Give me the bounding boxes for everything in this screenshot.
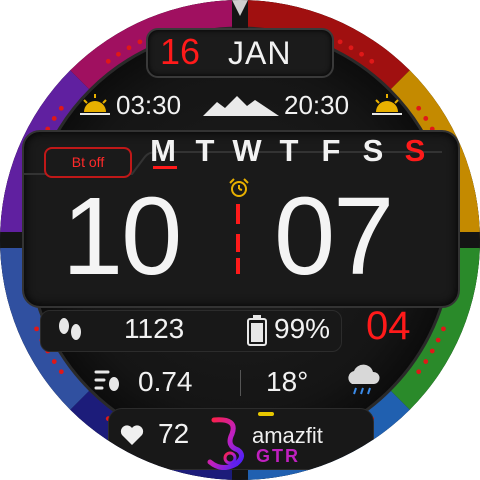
weekday-7: S	[404, 133, 426, 168]
steps-value: 1123	[124, 313, 185, 344]
weekday-active-underline	[153, 166, 177, 169]
ring-dot	[416, 369, 422, 375]
ring-dot	[105, 58, 111, 64]
alarm-icon	[229, 178, 249, 197]
ring-dot	[369, 58, 375, 64]
ring-dot	[348, 45, 354, 51]
weekday-3: W	[232, 133, 262, 168]
bluetooth-status-button[interactable]: Bt off	[44, 147, 132, 178]
sunrise-time: 03:30	[116, 90, 182, 120]
time-hours: 10	[62, 175, 182, 298]
sunset-time: 20:30	[284, 90, 350, 120]
ring-dot	[337, 39, 343, 45]
ring-dot	[34, 326, 39, 332]
time-separator-top	[236, 204, 240, 224]
ring-dot	[416, 105, 422, 111]
cloud-rain-icon	[348, 364, 380, 395]
ring-dot	[51, 359, 57, 364]
ring-dot	[116, 51, 121, 57]
ring-dot	[423, 359, 429, 364]
weekday-4: T	[279, 133, 299, 168]
ring-dot	[58, 369, 64, 375]
heart-rate-value: 72	[158, 418, 190, 449]
ring-dot	[423, 116, 429, 121]
ring-dot	[359, 51, 364, 57]
battery-icon	[247, 315, 267, 346]
time-separator-mid	[236, 234, 240, 252]
ring-dot	[441, 326, 446, 332]
page-indicator	[258, 412, 274, 416]
ring-dot	[58, 105, 64, 111]
ring-dot	[51, 116, 57, 121]
ring-dot	[435, 337, 441, 343]
sunset-icon	[372, 94, 402, 115]
heart-icon	[120, 425, 144, 445]
date-day: 16	[160, 31, 201, 72]
brand-model: GTR	[256, 446, 300, 466]
sunrise-icon	[80, 94, 110, 115]
ring-dot	[429, 348, 435, 354]
brand-name: amazfit	[252, 423, 323, 448]
mountain-icon	[203, 96, 279, 116]
divider	[240, 370, 241, 396]
time-separator-bottom	[236, 258, 240, 274]
weekday-1: M	[150, 133, 176, 168]
weekday-5: F	[321, 133, 341, 168]
time-minutes: 07	[274, 175, 394, 298]
distance-icon	[94, 370, 119, 391]
amazfit-logo-icon	[207, 417, 244, 470]
distance-value: 0.74	[138, 366, 193, 397]
ring-dot	[126, 45, 132, 51]
weekday-6: S	[362, 133, 384, 168]
footsteps-icon	[59, 318, 81, 340]
ring-dot	[137, 39, 143, 45]
date-month: JAN	[228, 35, 292, 71]
watch-face: 16 JAN 03:30 20:30 Bt off MTWTFSS 10 07	[0, 0, 480, 480]
week-number: 04	[366, 304, 411, 348]
temperature-value: 18°	[266, 366, 309, 397]
battery-value: 99%	[274, 313, 331, 344]
weekday-2: T	[195, 133, 215, 168]
